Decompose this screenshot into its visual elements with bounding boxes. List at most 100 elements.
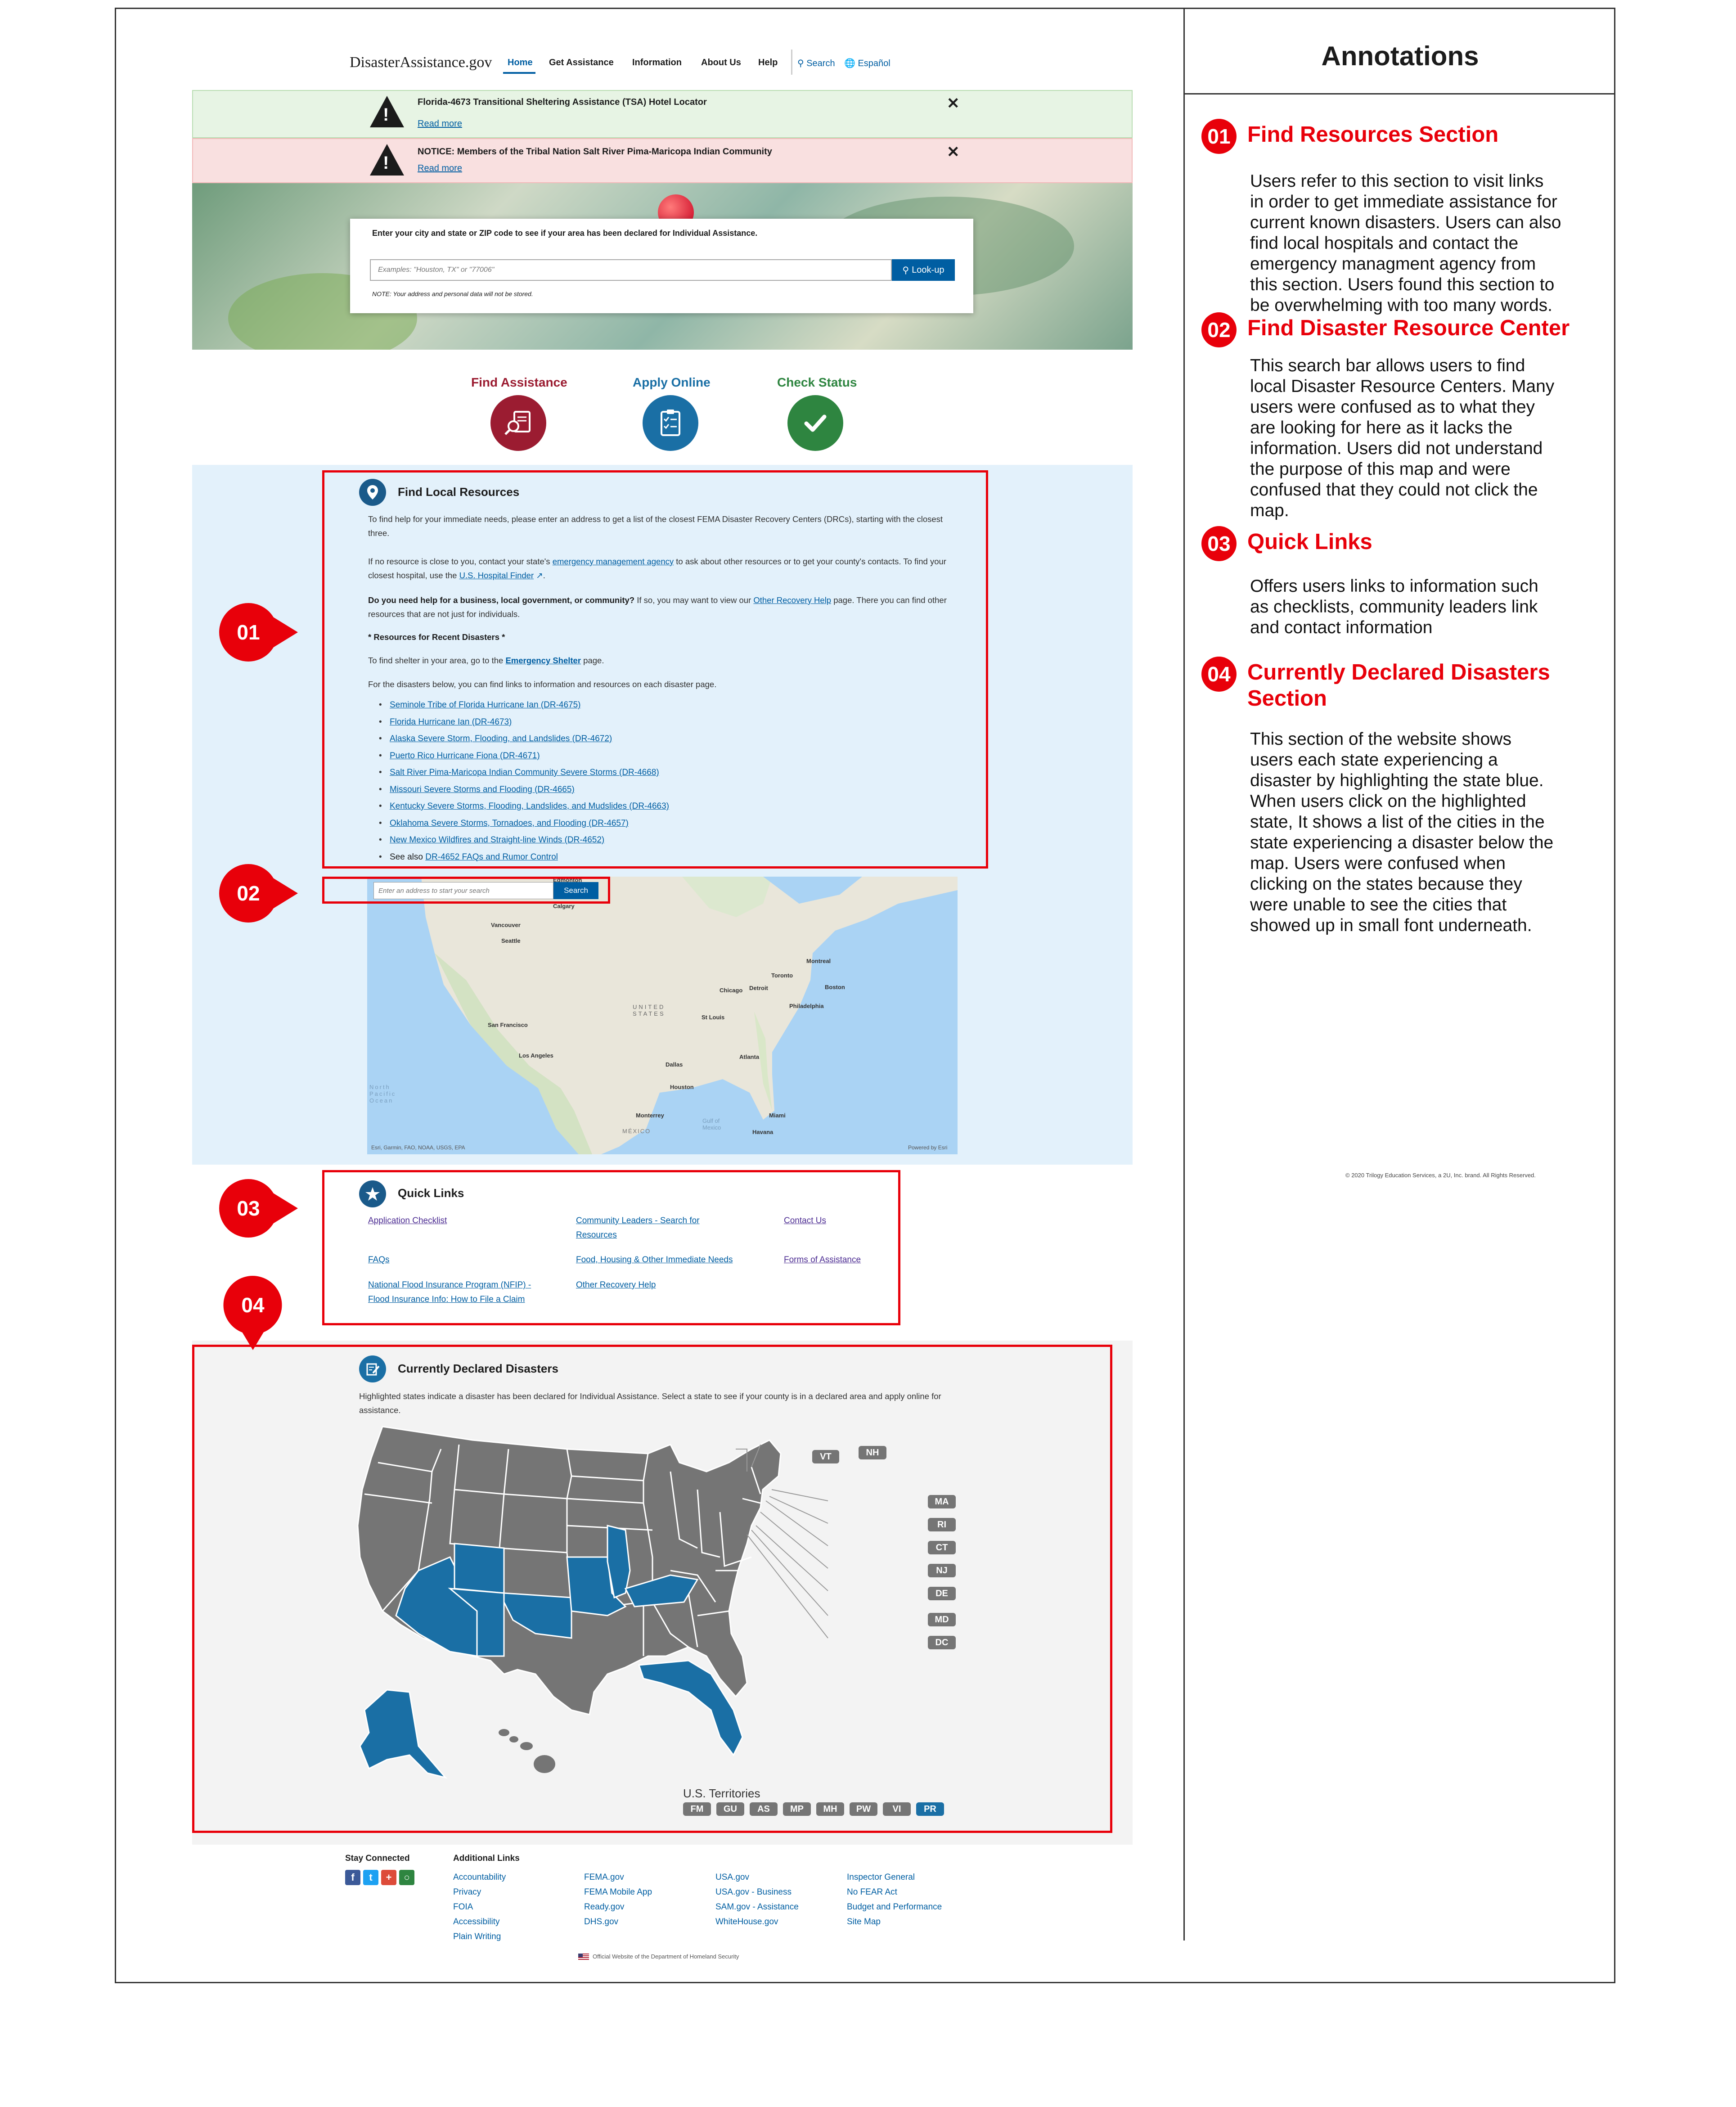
footer-link[interactable]: SAM.gov - Assistance bbox=[715, 1900, 799, 1914]
lookup-input[interactable] bbox=[370, 259, 892, 281]
annotation-heading: Find Disaster Resource Center bbox=[1247, 316, 1570, 340]
annotation-marker-01: 01 bbox=[219, 603, 298, 662]
search-icon: ⚲ bbox=[797, 59, 804, 68]
footer-link[interactable]: Budget and Performance bbox=[847, 1900, 942, 1914]
footer-link[interactable]: Ready.gov bbox=[584, 1900, 652, 1914]
lookup-prompt: Enter your city and state or ZIP code to… bbox=[372, 229, 758, 238]
map-label: Vancouver bbox=[491, 922, 521, 928]
official-website-text: Official Website of the Department of Ho… bbox=[593, 1953, 739, 1960]
lookup-button-label: Look-up bbox=[912, 265, 944, 275]
twitter-icon[interactable]: t bbox=[363, 1870, 378, 1885]
annotation-badge-03: 03 bbox=[1201, 526, 1237, 561]
map-label: Houston bbox=[670, 1084, 694, 1090]
alert-read-more-link[interactable]: Read more bbox=[418, 119, 462, 129]
globe-icon: 🌐 bbox=[844, 59, 855, 68]
find-assistance-label[interactable]: Find Assistance bbox=[471, 375, 567, 390]
annotation-heading: Currently Declared Disasters Section bbox=[1247, 660, 1550, 711]
site-logo[interactable]: DisasterAssistance.gov bbox=[350, 54, 492, 71]
map-label: Chicago bbox=[720, 987, 743, 994]
footer-column: USA.gov USA.gov - Business SAM.gov - Assis… bbox=[715, 1870, 799, 1929]
annotations-header-divider bbox=[1185, 93, 1615, 95]
nav-information[interactable]: Information bbox=[632, 58, 682, 68]
lookup-note: NOTE: Your address and personal data wil… bbox=[372, 290, 533, 297]
chat-icon[interactable]: ○ bbox=[399, 1870, 414, 1885]
nav-language-link[interactable]: 🌐 Español bbox=[844, 58, 890, 69]
map-label: Dallas bbox=[666, 1061, 683, 1068]
map-powered-by[interactable]: Powered by Esri bbox=[908, 1144, 947, 1151]
nav-search-label: Search bbox=[806, 59, 835, 68]
plus-icon[interactable]: + bbox=[381, 1870, 396, 1885]
annotation-marker-04: 04 bbox=[219, 1276, 282, 1350]
annotation-badge-02: 02 bbox=[1201, 312, 1237, 347]
annotation-box-04 bbox=[192, 1345, 1112, 1833]
warning-icon-mark: ! bbox=[383, 105, 389, 125]
annotation-badge-01: 01 bbox=[1201, 119, 1237, 154]
footer-link[interactable]: FEMA Mobile App bbox=[584, 1885, 652, 1900]
find-assistance-button[interactable] bbox=[490, 395, 546, 451]
document-search-icon bbox=[504, 411, 531, 435]
alert-read-more-link[interactable]: Read more bbox=[418, 163, 462, 174]
footer-link[interactable]: Accountability bbox=[453, 1870, 506, 1885]
drc-map[interactable]: Edmonton Calgary Vancouver Seattle Montr… bbox=[367, 877, 958, 1154]
apply-online-label[interactable]: Apply Online bbox=[633, 375, 711, 390]
footer-link[interactable]: WhiteHouse.gov bbox=[715, 1914, 799, 1929]
lookup-button[interactable]: ⚲ Look-up bbox=[892, 259, 955, 281]
nav-search-link[interactable]: ⚲ Search bbox=[797, 58, 835, 69]
alert-notice bbox=[192, 138, 1133, 183]
stay-connected-heading: Stay Connected bbox=[345, 1854, 410, 1863]
check-status-button[interactable] bbox=[787, 395, 843, 451]
warning-icon-mark: ! bbox=[383, 153, 389, 173]
map-label: Los Angeles bbox=[519, 1052, 553, 1059]
social-links: f t + ○ bbox=[345, 1870, 414, 1885]
check-status-label[interactable]: Check Status bbox=[777, 375, 857, 390]
annotation-marker-03: 03 bbox=[219, 1179, 298, 1238]
footer-link[interactable]: Inspector General bbox=[847, 1870, 942, 1885]
nav-get-assistance[interactable]: Get Assistance bbox=[549, 58, 614, 68]
annotation-marker-02: 02 bbox=[219, 864, 298, 923]
footer-column: FEMA.gov FEMA Mobile App Ready.gov DHS.gov bbox=[584, 1870, 652, 1929]
footer-link[interactable]: Accessibility bbox=[453, 1914, 506, 1929]
map-label: Calgary bbox=[553, 903, 575, 909]
map-label: Gulf of Mexico bbox=[702, 1117, 721, 1131]
checkmark-icon bbox=[804, 414, 827, 432]
nav-about-us[interactable]: About Us bbox=[701, 58, 741, 68]
annotation-marker-number: 03 bbox=[237, 1197, 260, 1220]
alert-title: NOTICE: Members of the Tribal Nation Sal… bbox=[418, 147, 772, 157]
annotation-box-01 bbox=[322, 470, 988, 869]
additional-links-heading: Additional Links bbox=[453, 1854, 520, 1863]
us-flag-icon bbox=[578, 1953, 589, 1960]
map-label: Detroit bbox=[749, 985, 768, 991]
nav-language-label: Español bbox=[858, 59, 890, 68]
search-icon: ⚲ bbox=[902, 265, 909, 275]
close-icon[interactable]: ✕ bbox=[947, 143, 960, 161]
annotations-title: Annotations bbox=[1321, 41, 1479, 71]
nav-help[interactable]: Help bbox=[758, 58, 778, 68]
nav-active-indicator bbox=[503, 72, 535, 74]
footer-link[interactable]: FOIA bbox=[453, 1900, 506, 1914]
map-label: Havana bbox=[752, 1129, 774, 1135]
annotation-marker-number: 04 bbox=[241, 1293, 265, 1317]
annotation-box-02 bbox=[322, 877, 610, 904]
footer-link[interactable]: USA.gov - Business bbox=[715, 1885, 799, 1900]
footer-link[interactable]: Site Map bbox=[847, 1914, 942, 1929]
annotation-body: Users refer to this section to visit lin… bbox=[1250, 171, 1561, 315]
alert-title: Florida-4673 Transitional Sheltering Ass… bbox=[418, 97, 707, 107]
nav-home[interactable]: Home bbox=[508, 58, 533, 68]
apply-online-button[interactable] bbox=[643, 395, 698, 451]
footer-link[interactable]: FEMA.gov bbox=[584, 1870, 652, 1885]
footer-link[interactable]: No FEAR Act bbox=[847, 1885, 942, 1900]
footer-link[interactable]: USA.gov bbox=[715, 1870, 799, 1885]
footer-link[interactable]: Plain Writing bbox=[453, 1929, 506, 1944]
official-website-note: Official Website of the Department of Ho… bbox=[578, 1953, 739, 1960]
close-icon[interactable]: ✕ bbox=[947, 95, 960, 113]
map-label: St Louis bbox=[702, 1014, 725, 1021]
annotation-body: This search bar allows users to find loc… bbox=[1250, 356, 1555, 520]
map-label: Miami bbox=[769, 1112, 786, 1119]
facebook-icon[interactable]: f bbox=[345, 1870, 360, 1885]
footer-link[interactable]: DHS.gov bbox=[584, 1914, 652, 1929]
annotation-body: Offers users links to information such a… bbox=[1250, 576, 1538, 637]
annotation-marker-number: 01 bbox=[237, 621, 260, 644]
map-label: UNITED STATES bbox=[633, 1004, 666, 1017]
annotation-marker-number: 02 bbox=[237, 882, 260, 905]
footer-link[interactable]: Privacy bbox=[453, 1885, 506, 1900]
